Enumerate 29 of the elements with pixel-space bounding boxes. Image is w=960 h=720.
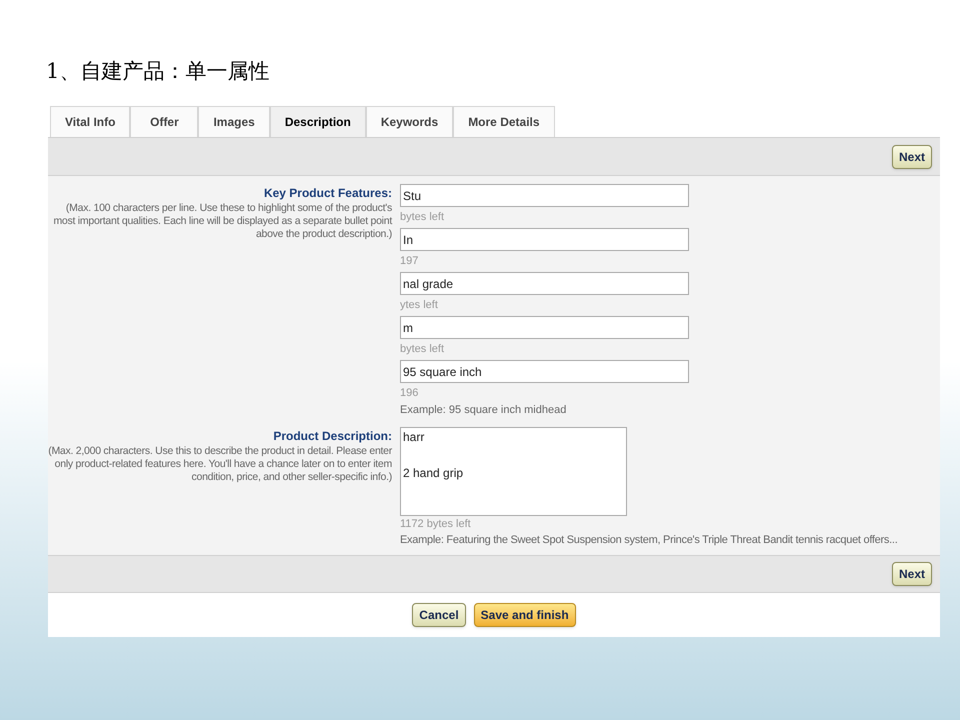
tab[interactable]: Keywords [366,106,454,137]
save-and-finish-button[interactable]: Save and finish [474,602,576,626]
description-textarea[interactable]: harr 2 hand grip [400,426,627,516]
tab[interactable]: Description [270,106,366,137]
field-label: Key Product Features: [262,185,392,202]
tab[interactable]: More Details [453,106,555,137]
next-button[interactable]: Next [892,562,932,586]
field-label: Product Description: [272,428,392,444]
cancel-button[interactable]: Cancel [412,602,466,626]
bytes-left-note: bytes left [400,210,446,225]
feature-input[interactable]: nal grade [400,272,689,295]
bytes-left-note: ytes left [400,298,439,313]
feature-input[interactable]: Stu [400,184,689,207]
bytes-left-note: 197 [400,254,420,269]
bytes-left-note: 1172 bytes left [400,516,472,532]
next-button[interactable]: Next [892,144,932,168]
bytes-left-note: 196 [400,386,420,401]
tab[interactable]: Vital Info [50,106,130,137]
field-hint: (Max. 2,000 characters. Use this to describe the product in detail. Please enter only product-related features here. You'll have a chance later on to enter item condition, price, and other seller-specific info.) [48,444,392,484]
tab[interactable]: Images [198,106,270,137]
feature-input[interactable]: m [400,316,689,339]
slide-title: 1、自建产品：单一属性 [45,58,270,85]
feature-input[interactable]: In [400,228,689,251]
field-hint: (Max. 100 characters per line. Use these to highlight some of the product's most important qualities. Each line will be displayed as a separate bullet point above the product description.) [52,202,392,241]
bytes-left-note: bytes left [400,342,446,357]
feature-input[interactable]: 95 square inch [400,360,689,383]
example-text: Example: Featuring the Sweet Spot Suspension system, Prince's Triple Threat Bandit tennis racquet offers... [400,533,898,548]
example-text: Example: 95 square inch midhead [400,403,568,418]
tab[interactable]: Offer [130,106,198,137]
